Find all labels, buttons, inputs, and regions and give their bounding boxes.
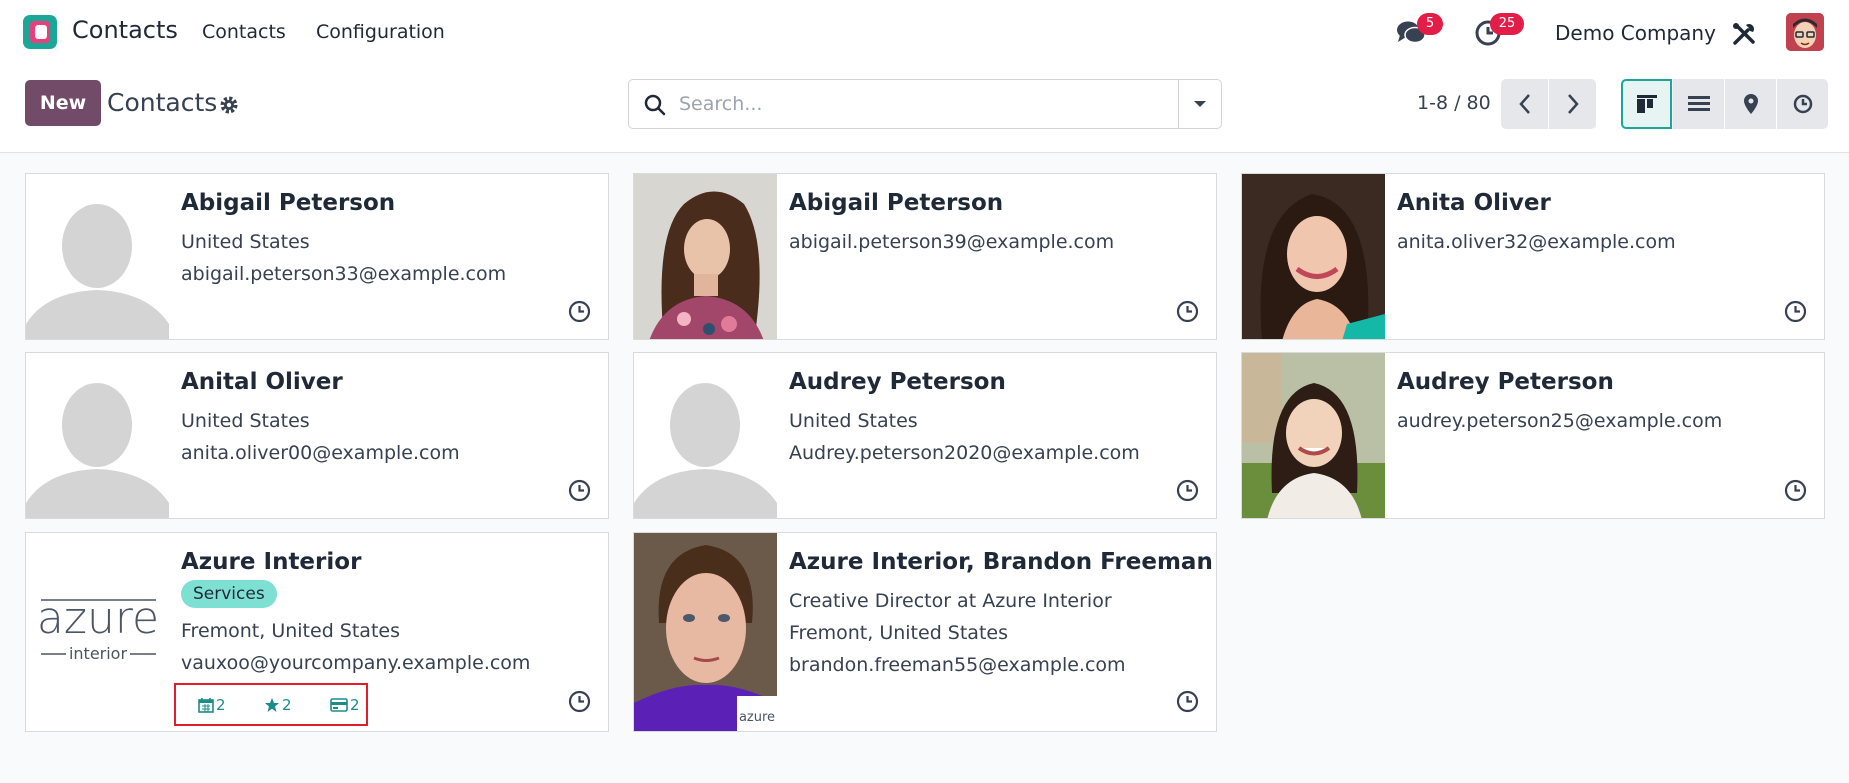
activity-clock-icon[interactable] [1176, 479, 1199, 502]
kanban-view-button[interactable] [1621, 79, 1672, 129]
search-options-toggle[interactable] [1178, 80, 1221, 128]
contact-card[interactable]: azure interior Azure Interior Services F… [25, 532, 609, 732]
list-view-button[interactable] [1673, 79, 1724, 129]
contact-name: Audrey Peterson [789, 369, 1006, 395]
kanban-icon [1636, 95, 1657, 113]
contact-city: Fremont, United States [789, 622, 1008, 644]
activity-clock-icon[interactable] [1176, 690, 1199, 713]
contact-card[interactable]: Anital Oliver United States anita.oliver… [25, 352, 609, 519]
activity-clock-icon[interactable] [568, 300, 591, 323]
contact-email: vauxoo@yourcompany.example.com [181, 652, 531, 674]
opportunities-count: 2 [282, 696, 292, 714]
activity-view-button[interactable] [1777, 79, 1828, 129]
contact-card[interactable]: Abigail Peterson abigail.peterson39@exam… [633, 173, 1217, 340]
star-icon [265, 698, 279, 712]
invoices-count: 2 [350, 696, 360, 714]
contact-email: abigail.peterson39@example.com [789, 231, 1115, 253]
contact-card[interactable]: azure Azure Interior, Brandon Freeman Cr… [633, 532, 1217, 732]
contact-name: Anital Oliver [181, 369, 343, 395]
chevron-left-icon [1518, 94, 1530, 114]
meetings-count: 2 [216, 696, 226, 714]
new-button[interactable]: New [25, 80, 101, 126]
avatar-placeholder [634, 353, 777, 518]
contact-email: Audrey.peterson2020@example.com [789, 442, 1140, 464]
opportunities-stat[interactable]: 2 [264, 696, 292, 714]
contacts-app-icon[interactable] [23, 15, 57, 49]
interior-logo-word: interior [69, 644, 128, 663]
contact-name: Abigail Peterson [789, 190, 1004, 216]
chevron-right-icon [1567, 94, 1579, 114]
contact-country: United States [181, 231, 310, 253]
app-name[interactable]: Contacts [72, 16, 178, 44]
activity-clock-icon[interactable] [1176, 300, 1199, 323]
contact-email: audrey.peterson25@example.com [1397, 410, 1723, 432]
azure-logo-word: azure [37, 593, 159, 644]
contact-card[interactable]: Abigail Peterson United States abigail.p… [25, 173, 609, 340]
contact-photo [1242, 353, 1385, 518]
pager-value[interactable]: 1-8 / 80 [1417, 92, 1491, 114]
search-input[interactable] [679, 87, 1159, 121]
contact-card[interactable]: Audrey Peterson United States Audrey.pet… [633, 352, 1217, 519]
invoices-stat[interactable]: 2 [330, 696, 360, 714]
menu-configuration[interactable]: Configuration [316, 21, 445, 43]
avatar-placeholder [26, 174, 169, 339]
contact-photo: azure [634, 533, 777, 731]
contact-name: Azure Interior [181, 549, 362, 575]
activity-clock-icon[interactable] [568, 690, 591, 713]
activity-clock-icon[interactable] [568, 479, 591, 502]
contact-card[interactable]: Anita Oliver anita.oliver32@example.com [1241, 173, 1825, 340]
contact-card[interactable]: Audrey Peterson audrey.peterson25@exampl… [1241, 352, 1825, 519]
contact-photo [634, 174, 777, 339]
contact-name: Anita Oliver [1397, 190, 1551, 216]
contact-email: brandon.freeman55@example.com [789, 654, 1126, 676]
search-bar [628, 79, 1222, 129]
avatar-placeholder [26, 353, 169, 518]
contact-country: United States [181, 410, 310, 432]
company-logo: azure interior [26, 533, 169, 731]
clock-icon [1793, 94, 1812, 114]
calendar-icon [198, 698, 214, 713]
activity-count-badge: 25 [1490, 13, 1524, 35]
credit-card-icon [330, 698, 348, 712]
company-switcher[interactable]: Demo Company [1555, 21, 1716, 45]
smart-stats-highlight: 2 2 2 [174, 683, 368, 726]
pager-previous-button[interactable] [1501, 79, 1548, 129]
top-navbar: Contacts Contacts Configuration 5 25 Dem… [0, 0, 1849, 64]
control-panel: New Contacts 1-8 / 80 [0, 64, 1849, 153]
contact-photo [1242, 174, 1385, 339]
debug-tools-icon[interactable] [1731, 21, 1757, 47]
caret-down-icon [1194, 101, 1206, 107]
contact-name: Abigail Peterson [181, 190, 396, 216]
menu-contacts[interactable]: Contacts [202, 21, 286, 43]
azure-badge-word: azure [739, 710, 775, 725]
chat-count-badge: 5 [1417, 13, 1443, 35]
contact-email: anita.oliver00@example.com [181, 442, 460, 464]
activity-clock-icon[interactable] [1784, 479, 1807, 502]
search-icon [644, 94, 666, 116]
contact-email: abigail.peterson33@example.com [181, 263, 507, 285]
category-tag: Services [181, 580, 277, 608]
contact-function: Creative Director at Azure Interior [789, 590, 1112, 612]
contact-city: Fremont, United States [181, 620, 400, 642]
page-title[interactable]: Contacts [107, 88, 217, 117]
contact-name: Audrey Peterson [1397, 369, 1614, 395]
list-icon [1687, 96, 1710, 111]
pager-next-button[interactable] [1549, 79, 1596, 129]
contact-country: United States [789, 410, 918, 432]
gear-icon[interactable] [219, 95, 239, 115]
activity-clock-icon[interactable] [1784, 300, 1807, 323]
meetings-stat[interactable]: 2 [198, 696, 226, 714]
contact-name: Azure Interior, Brandon Freeman [789, 549, 1213, 575]
user-avatar[interactable] [1786, 13, 1824, 51]
map-marker-icon [1743, 94, 1758, 114]
map-view-button[interactable] [1725, 79, 1776, 129]
contact-email: anita.oliver32@example.com [1397, 231, 1676, 253]
